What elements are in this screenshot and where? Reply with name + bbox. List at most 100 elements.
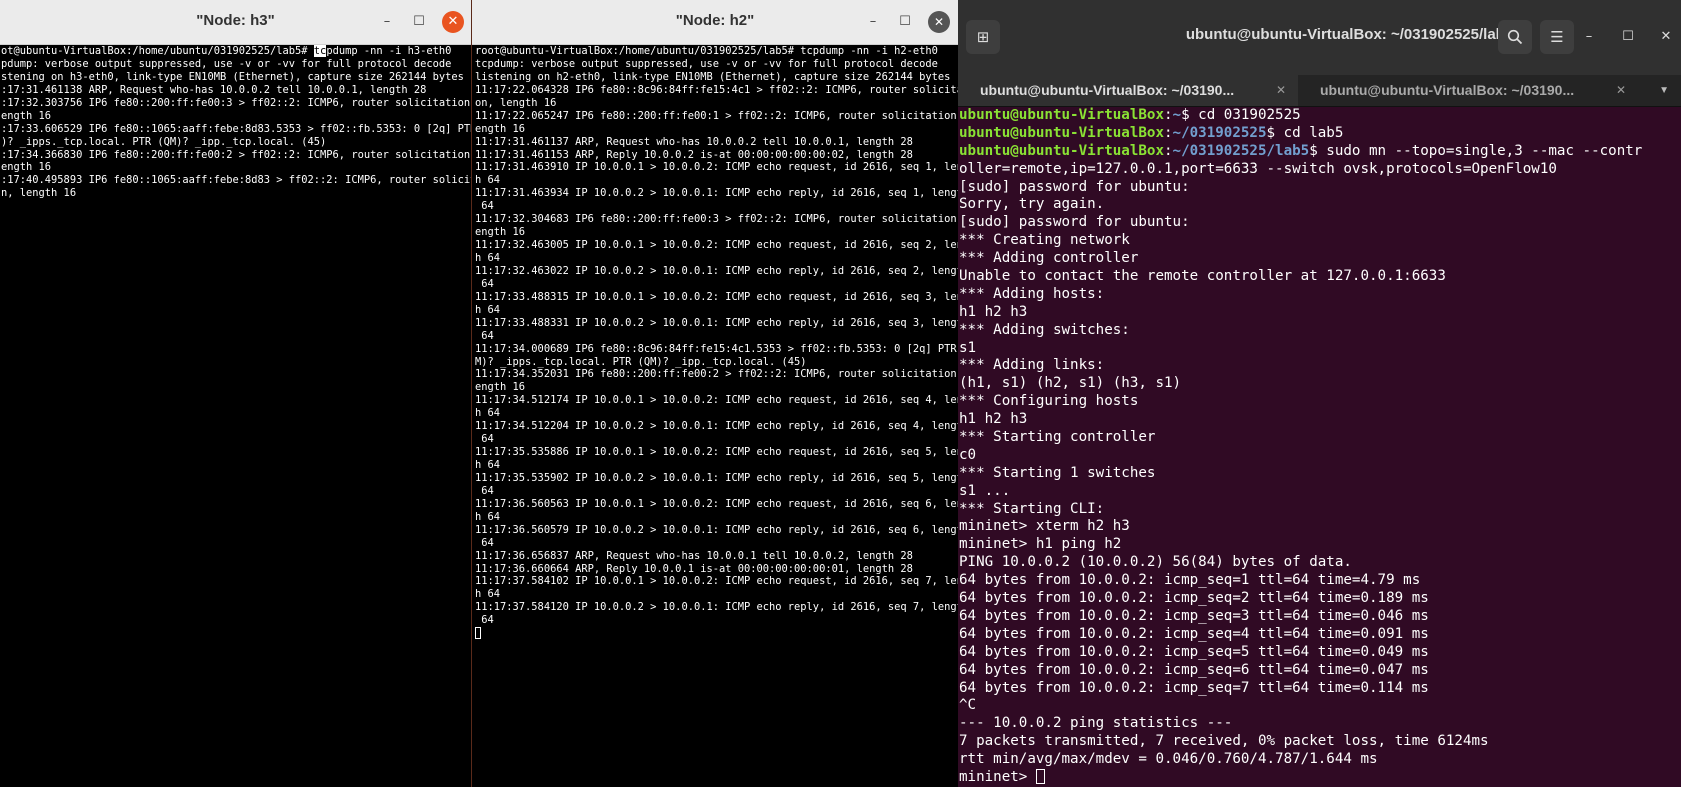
prompt-path: ~/031902525 <box>1172 124 1267 141</box>
terminal-line: pdump: verbose output suppressed, use -v… <box>1 57 452 70</box>
prompt-user: ubuntu@ubuntu-VirtualBox <box>959 142 1164 159</box>
terminal-line: 11:17:32.463022 IP 10.0.0.2 > 10.0.0.1: … <box>475 264 958 277</box>
terminal-line: listening on h2-eth0, link-type EN10MB (… <box>475 70 951 83</box>
prompt-separator: : <box>1164 142 1173 159</box>
titlebar-h2[interactable]: "Node: h2" – ☐ ✕ <box>472 0 958 45</box>
text-cursor[interactable] <box>475 627 481 640</box>
terminal-line: h 64 <box>475 252 501 264</box>
terminal-line: 11:17:36.660664 ARP, Reply 10.0.0.1 is-a… <box>475 562 913 575</box>
terminal-line: 11:17:36.560579 IP 10.0.0.2 > 10.0.0.1: … <box>475 523 958 536</box>
terminal-line: :17:34.366830 IP6 fe80::200:ff:fe00:2 > … <box>1 148 471 161</box>
prompt-user: ubuntu@ubuntu-VirtualBox <box>959 107 1164 123</box>
tab-bar: ubuntu@ubuntu-VirtualBox: ~/03190... ✕ u… <box>958 75 1681 107</box>
terminal-line: M)? _ipps._tcp.local. PTR (QM)? _ipp._tc… <box>475 355 807 368</box>
terminal-output-h3[interactable]: ot@ubuntu-VirtualBox:/home/ubuntu/031902… <box>0 45 471 200</box>
terminal-line: 64 bytes from 10.0.0.2: icmp_seq=4 ttl=6… <box>959 625 1429 642</box>
terminal-line: 11:17:32.304683 IP6 fe80::200:ff:fe00:3 … <box>475 213 958 226</box>
terminal-line: 64 bytes from 10.0.0.2: icmp_seq=7 ttl=6… <box>959 679 1429 696</box>
terminal-line: ot@ubuntu-VirtualBox:/home/ubuntu/031902… <box>1 45 471 58</box>
search-icon[interactable] <box>1498 20 1532 54</box>
minimize-icon[interactable]: – <box>862 11 884 33</box>
tab-1[interactable]: ubuntu@ubuntu-VirtualBox: ~/03190... ✕ <box>958 75 1298 106</box>
tab-close-icon[interactable]: ✕ <box>1616 75 1626 106</box>
terminal-line: 11:17:31.463910 IP 10.0.0.1 > 10.0.0.2: … <box>475 161 958 174</box>
terminal-line: 11:17:37.584102 IP 10.0.0.1 > 10.0.0.2: … <box>475 575 958 588</box>
tab-2[interactable]: ubuntu@ubuntu-VirtualBox: ~/03190... ✕ <box>1298 75 1638 106</box>
minimize-icon[interactable]: – <box>1578 26 1600 48</box>
terminal-line: ^C <box>959 697 977 714</box>
terminal-line: 64 bytes from 10.0.0.2: icmp_seq=1 ttl=6… <box>959 572 1421 589</box>
close-icon[interactable]: ✕ <box>928 11 950 33</box>
minimize-icon[interactable]: – <box>376 11 398 33</box>
terminal-line: *** Creating network <box>959 232 1130 249</box>
xterm-window-h3[interactable]: "Node: h3" – ☐ ✕ ot@ubuntu-VirtualBox:/h… <box>0 0 472 787</box>
terminal-line: 64 bytes from 10.0.0.2: icmp_seq=6 ttl=6… <box>959 661 1429 678</box>
terminal-line: [sudo] password for ubuntu: <box>959 214 1190 231</box>
hamburger-menu-icon[interactable]: ☰ <box>1540 20 1574 54</box>
close-icon[interactable]: ✕ <box>442 11 464 33</box>
terminal-line: ubuntu@ubuntu-VirtualBox:~$ cd 031902525 <box>959 107 1681 125</box>
xterm-window-h2[interactable]: "Node: h2" – ☐ ✕ root@ubuntu-VirtualBox:… <box>472 0 958 787</box>
text-cursor[interactable] <box>1035 769 1045 785</box>
terminal-line: 64 bytes from 10.0.0.2: icmp_seq=3 ttl=6… <box>959 607 1429 624</box>
terminal-line: 11:17:22.065247 IP6 fe80::200:ff:fe00:1 … <box>475 109 958 122</box>
maximize-icon[interactable]: ☐ <box>1617 26 1639 48</box>
prompt-separator: : <box>1164 107 1173 123</box>
terminal-line: ength 16 <box>475 381 526 394</box>
terminal-line: ength 16 <box>475 122 526 135</box>
close-icon[interactable]: ✕ <box>1655 26 1677 48</box>
maximize-icon[interactable]: ☐ <box>894 11 916 33</box>
terminal-line: 11:17:34.512204 IP 10.0.0.2 > 10.0.0.1: … <box>475 420 958 433</box>
terminal-line: 11:17:31.463934 IP 10.0.0.2 > 10.0.0.1: … <box>475 187 958 200</box>
terminal-line: ubuntu@ubuntu-VirtualBox:~/031902525$ cd… <box>959 125 1681 143</box>
prompt-path: ~/031902525/lab5 <box>1172 142 1310 159</box>
terminal-line: 11:17:32.463005 IP 10.0.0.1 > 10.0.0.2: … <box>475 239 958 252</box>
terminal-line: :17:31.461138 ARP, Request who-has 10.0.… <box>1 83 427 96</box>
terminal-line: )? _ipps._tcp.local. PTR (QM)? _ipp._tcp… <box>1 135 327 148</box>
terminal-line: h 64 <box>475 407 501 420</box>
terminal-line: 11:17:36.656837 ARP, Request who-has 10.… <box>475 549 913 562</box>
terminal-line: *** Starting CLI: <box>959 500 1105 517</box>
terminal-line: 11:17:37.584120 IP 10.0.0.2 > 10.0.0.1: … <box>475 601 958 614</box>
tab-label: ubuntu@ubuntu-VirtualBox: ~/03190... <box>1320 82 1575 98</box>
terminal-line: :17:33.606529 IP6 fe80::1065:aaff:febe:8… <box>1 122 471 135</box>
terminal-line: Unable to contact the remote controller … <box>959 268 1446 285</box>
terminal-line: *** Adding links: <box>959 357 1105 374</box>
terminal-line: rtt min/avg/max/mdev = 0.046/0.760/4.787… <box>959 751 1378 768</box>
terminal-line: tcpdump: verbose output suppressed, use … <box>475 57 938 70</box>
terminal-line: mininet> xterm h2 h3 <box>959 518 1130 535</box>
terminal-output-h2[interactable]: root@ubuntu-VirtualBox:/home/ubuntu/0319… <box>472 45 958 640</box>
terminal-line: ength 16 <box>1 161 52 174</box>
selected-text[interactable]: tc <box>313 45 327 57</box>
titlebar-h3[interactable]: "Node: h3" – ☐ ✕ <box>0 0 471 45</box>
command-text: $ cd 031902525 <box>1181 107 1301 123</box>
terminal-line: *** Starting 1 switches <box>959 464 1156 481</box>
maximize-icon[interactable]: ☐ <box>408 11 430 33</box>
terminal-line: oller=remote,ip=127.0.0.1,port=6633 --sw… <box>959 160 1557 177</box>
terminal-prompt-line: mininet> <box>959 769 1681 787</box>
tab-close-icon[interactable]: ✕ <box>1276 75 1286 106</box>
prompt-user: ubuntu@ubuntu-VirtualBox <box>959 124 1164 141</box>
tab-menu-icon[interactable]: ▼ <box>1659 75 1669 106</box>
terminal-line: h 64 <box>475 510 501 523</box>
terminal-line: h 64 <box>475 459 501 471</box>
prompt-path: ~ <box>1172 107 1182 123</box>
terminal-line: ubuntu@ubuntu-VirtualBox:~/031902525/lab… <box>959 143 1681 161</box>
terminal-line: h1 h2 h3 <box>959 411 1028 428</box>
gnome-headerbar[interactable]: ⊞ ubuntu@ubuntu-VirtualBox: ~/031902525/… <box>958 0 1681 75</box>
terminal-line: 11:17:33.488331 IP 10.0.0.2 > 10.0.0.1: … <box>475 316 958 329</box>
terminal-line: 11:17:34.352031 IP6 fe80::200:ff:fe00:2 … <box>475 368 958 381</box>
terminal-output-main[interactable]: ubuntu@ubuntu-VirtualBox:~$ cd 031902525… <box>958 107 1681 787</box>
gnome-terminal-window[interactable]: ⊞ ubuntu@ubuntu-VirtualBox: ~/031902525/… <box>958 0 1681 787</box>
terminal-line: n, length 16 <box>1 187 77 200</box>
terminal-line: *** Starting controller <box>959 429 1156 446</box>
terminal-line: 11:17:35.535902 IP 10.0.0.2 > 10.0.0.1: … <box>475 471 958 484</box>
terminal-line: PING 10.0.0.2 (10.0.0.2) 56(84) bytes of… <box>959 554 1352 571</box>
terminal-line: 64 <box>475 200 494 213</box>
terminal-line: root@ubuntu-VirtualBox:/home/ubuntu/0319… <box>475 45 938 57</box>
terminal-line: ength 16 <box>1 109 52 122</box>
terminal-line: mininet> h1 ping h2 <box>959 536 1122 553</box>
terminal-line: 64 <box>475 277 494 290</box>
window-title-h2: "Node: h2" <box>675 12 755 29</box>
terminal-line: 11:17:36.560563 IP 10.0.0.1 > 10.0.0.2: … <box>475 497 958 510</box>
